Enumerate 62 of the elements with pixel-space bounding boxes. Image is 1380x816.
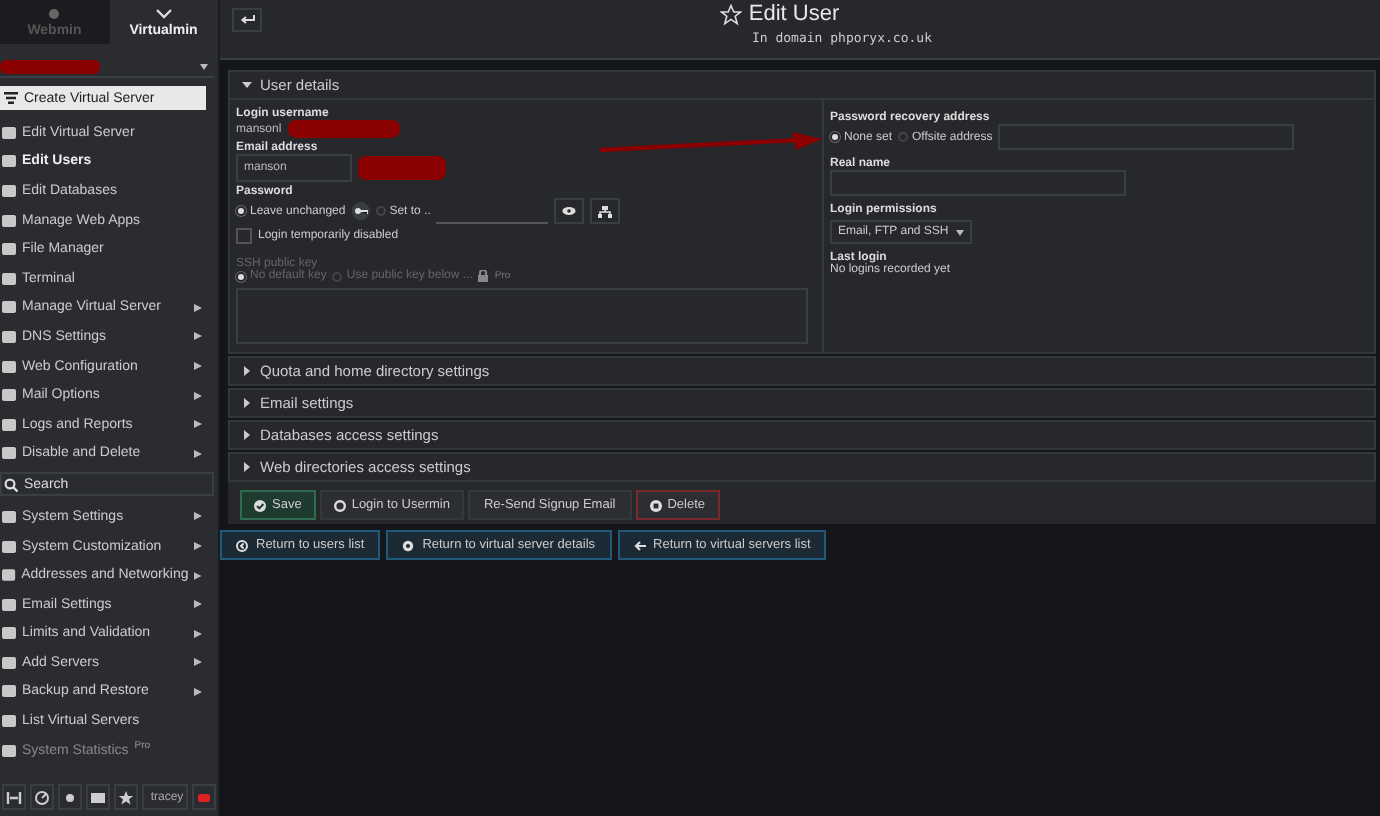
square-icon <box>2 213 16 228</box>
caret-icon <box>242 366 252 376</box>
return-arrow-icon <box>239 14 255 26</box>
star-icon <box>118 789 134 805</box>
radio-button[interactable] <box>830 132 840 142</box>
square-icon <box>2 329 16 344</box>
search-icon <box>4 477 18 492</box>
key-icon <box>353 206 368 216</box>
key-button[interactable] <box>351 202 370 220</box>
dashboard-icon <box>34 789 50 805</box>
radio-button[interactable] <box>236 206 246 216</box>
star-outline-icon <box>720 3 743 25</box>
square-icon <box>2 509 16 524</box>
square-icon <box>2 183 16 198</box>
check-circle-icon <box>254 499 266 511</box>
square-icon <box>2 568 16 583</box>
page-title: Edit User <box>748 2 840 26</box>
caret-icon <box>242 462 252 472</box>
toolbar-button[interactable] <box>30 784 54 810</box>
logout-button[interactable] <box>192 784 216 810</box>
generate-password-button[interactable] <box>590 198 621 224</box>
ring-icon <box>333 499 346 511</box>
square-icon <box>2 125 16 140</box>
left-arrow-icon <box>633 539 646 551</box>
caret-icon <box>956 229 965 235</box>
eye-icon <box>562 206 577 216</box>
toolbar-button[interactable] <box>114 784 138 810</box>
square-icon <box>2 684 16 699</box>
sitemap-icon <box>598 205 613 217</box>
caret-icon <box>242 430 252 440</box>
square-icon <box>2 655 16 670</box>
square-icon <box>2 388 16 403</box>
split-icon <box>6 789 22 805</box>
square-icon <box>2 359 16 374</box>
checkbox[interactable] <box>236 228 252 244</box>
square-icon <box>2 714 16 729</box>
square-icon <box>2 271 16 286</box>
filter-icon <box>4 92 18 104</box>
radio-button[interactable] <box>375 206 386 216</box>
square-icon <box>2 743 16 758</box>
square-icon <box>2 446 16 461</box>
caret-icon <box>242 398 252 408</box>
back-button[interactable] <box>232 8 262 32</box>
square-icon <box>2 597 16 612</box>
toolbar-button[interactable] <box>86 784 110 810</box>
square-icon <box>2 417 16 432</box>
square-icon <box>2 626 16 641</box>
show-password-button[interactable] <box>554 198 585 224</box>
back-circle-icon <box>236 539 248 551</box>
radio-button[interactable] <box>898 132 909 142</box>
logout-icon <box>196 789 212 805</box>
chevron-icon <box>155 7 172 19</box>
square-icon <box>2 539 16 554</box>
square-icon <box>2 154 16 169</box>
square-icon <box>2 300 16 315</box>
toolbar-button[interactable] <box>58 784 82 810</box>
stop-circle-icon <box>649 499 662 511</box>
square-icon <box>2 242 16 257</box>
caret-icon <box>200 64 208 70</box>
lock-icon <box>478 270 489 282</box>
toolbar-button[interactable] <box>2 784 26 810</box>
caret-icon <box>242 80 252 90</box>
